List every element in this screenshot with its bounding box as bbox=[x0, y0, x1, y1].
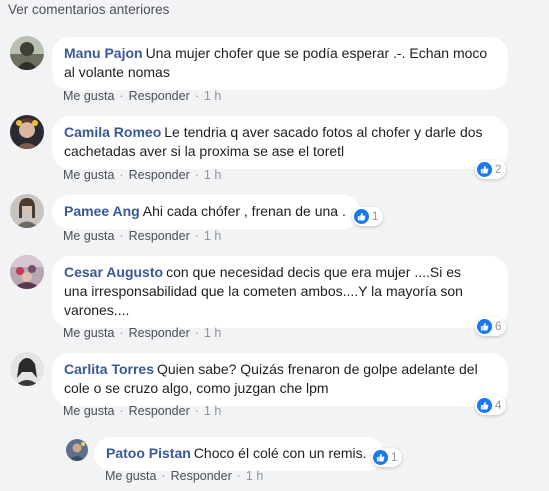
like-count: 6 bbox=[495, 320, 502, 333]
thumbs-up-icon bbox=[477, 162, 492, 177]
avatar[interactable] bbox=[10, 255, 44, 289]
like-count: 1 bbox=[372, 210, 379, 223]
comment-text-line1: con que necesidad decis que era mujer ..… bbox=[166, 264, 462, 280]
comment-actions: Me gusta · Responder · 1 h bbox=[63, 404, 221, 418]
reply-link[interactable]: Responder bbox=[129, 229, 190, 243]
comment-actions: Me gusta · Responder · 1 h bbox=[63, 89, 221, 103]
comment-text-line1: Choco él colé con un remis. bbox=[193, 445, 367, 461]
separator: · bbox=[119, 89, 124, 103]
reply-link[interactable]: Responder bbox=[129, 89, 190, 103]
comment-text-line2: cachetadas aver si la proxima se ase el … bbox=[64, 143, 345, 159]
separator: · bbox=[161, 469, 166, 483]
separator: · bbox=[194, 89, 199, 103]
thumbs-up-icon bbox=[477, 319, 492, 334]
comment-actions: Me gusta · Responder · 1 h bbox=[63, 168, 221, 182]
comment-text-line1: Le tendria q aver sacado fotos al chofer… bbox=[164, 124, 483, 140]
comment-bubble: Camila Romeo Le tendria q aver sacado fot… bbox=[52, 116, 508, 169]
comment-time[interactable]: 1 h bbox=[204, 89, 221, 103]
comment-text-line1: Ahi cada chófer , frenan de una . bbox=[142, 203, 346, 219]
like-link[interactable]: Me gusta bbox=[105, 469, 156, 483]
separator: · bbox=[194, 326, 199, 340]
avatar[interactable] bbox=[66, 439, 88, 461]
comment-text-line2: una irresponsabilidad que la cometen amb… bbox=[64, 283, 463, 299]
comment-text-line2: cole o se cruzo algo, como juzgan che lp… bbox=[64, 380, 329, 396]
previous-comments-link[interactable]: Ver comentarios anteriores bbox=[8, 2, 169, 17]
comment-time[interactable]: 1 h bbox=[204, 404, 221, 418]
like-count-badge[interactable]: 2 bbox=[475, 160, 507, 179]
comment-text-line1: Quien sabe? Quizás frenaron de golpe ade… bbox=[157, 361, 478, 377]
comment-author[interactable]: Cesar Augusto bbox=[64, 264, 163, 280]
like-count: 2 bbox=[495, 163, 502, 176]
comment-text-line3: varones.... bbox=[64, 302, 130, 318]
comment-text-line1: Una mujer chofer que se podía esperar .-… bbox=[145, 45, 488, 61]
reply-link[interactable]: Responder bbox=[171, 469, 232, 483]
comment-actions: Me gusta · Responder · 1 h bbox=[63, 229, 221, 243]
comment-time[interactable]: 1 h bbox=[204, 168, 221, 182]
separator: · bbox=[119, 326, 124, 340]
like-count-badge[interactable]: 1 bbox=[352, 207, 384, 226]
separator: · bbox=[194, 229, 199, 243]
like-count: 4 bbox=[495, 399, 502, 412]
comment-author[interactable]: Manu Pajon bbox=[64, 45, 143, 61]
like-link[interactable]: Me gusta bbox=[63, 168, 114, 182]
like-count-badge[interactable]: 1 bbox=[371, 448, 403, 467]
like-link[interactable]: Me gusta bbox=[63, 89, 114, 103]
avatar[interactable] bbox=[10, 194, 44, 228]
separator: · bbox=[119, 168, 124, 182]
separator: · bbox=[194, 404, 199, 418]
comment-time[interactable]: 1 h bbox=[204, 229, 221, 243]
comment-bubble: Pamee Ang Ahi cada chófer , frenan de una… bbox=[52, 195, 360, 229]
reply-link[interactable]: Responder bbox=[129, 404, 190, 418]
comment-author[interactable]: Patoo Pistan bbox=[106, 445, 191, 461]
comment-author[interactable]: Carlita Torres bbox=[64, 361, 154, 377]
avatar[interactable] bbox=[10, 352, 44, 386]
thumbs-up-icon bbox=[373, 450, 388, 465]
thumbs-up-icon bbox=[354, 209, 369, 224]
comment-author[interactable]: Pamee Ang bbox=[64, 203, 140, 219]
comment-bubble: Cesar Augusto con que necesidad decis que… bbox=[52, 256, 508, 328]
separator: · bbox=[194, 168, 199, 182]
comment-text-line2: al volante nomas bbox=[64, 64, 170, 80]
comment-actions: Me gusta · Responder · 1 h bbox=[63, 326, 221, 340]
separator: · bbox=[119, 404, 124, 418]
avatar[interactable] bbox=[10, 115, 44, 149]
comment-time[interactable]: 1 h bbox=[246, 469, 263, 483]
thumbs-up-icon bbox=[477, 398, 492, 413]
comment-bubble: Manu Pajon Una mujer chofer que se podía … bbox=[52, 37, 508, 90]
separator: · bbox=[119, 229, 124, 243]
separator: · bbox=[236, 469, 241, 483]
like-count-badge[interactable]: 4 bbox=[475, 396, 507, 415]
comment-author[interactable]: Camila Romeo bbox=[64, 124, 161, 140]
comment-time[interactable]: 1 h bbox=[204, 326, 221, 340]
like-count: 1 bbox=[391, 451, 398, 464]
avatar[interactable] bbox=[10, 36, 44, 70]
like-link[interactable]: Me gusta bbox=[63, 229, 114, 243]
comment-bubble: Carlita Torres Quien sabe? Quizás frenaro… bbox=[52, 353, 508, 406]
like-link[interactable]: Me gusta bbox=[63, 326, 114, 340]
like-link[interactable]: Me gusta bbox=[63, 404, 114, 418]
comment-actions: Me gusta · Responder · 1 h bbox=[105, 469, 263, 483]
comment-bubble: Patoo Pistan Choco él colé con un remis. bbox=[94, 437, 384, 471]
like-count-badge[interactable]: 6 bbox=[475, 317, 507, 336]
reply-link[interactable]: Responder bbox=[129, 326, 190, 340]
reply-link[interactable]: Responder bbox=[129, 168, 190, 182]
